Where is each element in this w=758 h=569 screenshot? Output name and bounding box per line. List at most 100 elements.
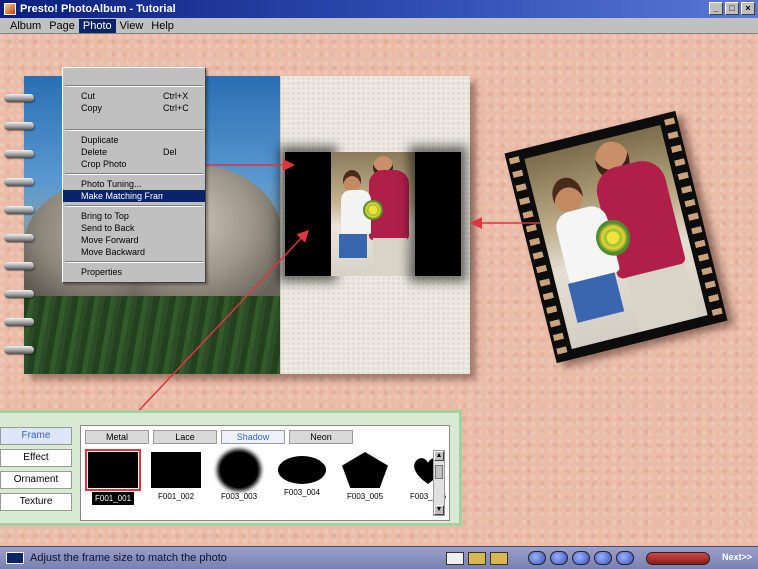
bouquet bbox=[363, 200, 383, 220]
scroll-thumb[interactable] bbox=[435, 465, 443, 479]
minimize-icon[interactable]: _ bbox=[709, 2, 723, 15]
menu-item-shortcut bbox=[163, 266, 203, 278]
album-binding-rings bbox=[4, 94, 34, 364]
menu-item-delete[interactable]: Delete Del bbox=[63, 146, 205, 158]
frame-name: F001_001 bbox=[91, 492, 135, 505]
tab-lace[interactable]: Lace bbox=[153, 430, 217, 444]
pentagon-frame-icon bbox=[342, 452, 388, 488]
first-page-icon[interactable] bbox=[528, 551, 546, 565]
frame-thumbnail[interactable]: F003_006 bbox=[400, 452, 456, 505]
forest bbox=[24, 296, 280, 374]
category-texture[interactable]: Texture bbox=[0, 493, 72, 511]
page-icon[interactable] bbox=[446, 552, 464, 565]
frame-gallery: Metal Lace Shadow Neon F001_001 F001_002… bbox=[80, 425, 450, 521]
person-pants bbox=[373, 238, 407, 276]
menu-item-shortcut bbox=[163, 234, 203, 246]
menu-item-shortcut bbox=[163, 134, 203, 146]
menu-item-shortcut bbox=[163, 190, 203, 202]
frames-panel: Frame Effect Ornament Texture Metal Lace… bbox=[0, 410, 462, 526]
gallery-scrollbar[interactable]: ▲ ▼ bbox=[433, 450, 445, 516]
frame-name: F003_003 bbox=[220, 492, 258, 501]
frame-thumbnail[interactable]: F003_005 bbox=[337, 452, 393, 505]
shadow-frame-right bbox=[415, 152, 461, 276]
prev-page-icon[interactable] bbox=[550, 551, 568, 565]
last-page-icon[interactable] bbox=[616, 551, 634, 565]
menu-item-properties[interactable]: Properties bbox=[63, 266, 205, 278]
menu-album[interactable]: Album bbox=[6, 19, 45, 33]
window-title: Presto! PhotoAlbum - Tutorial bbox=[20, 3, 176, 15]
title-bar: Presto! PhotoAlbum - Tutorial _ □ × bbox=[0, 0, 758, 18]
category-list: Frame Effect Ornament Texture bbox=[0, 427, 74, 515]
framed-photo[interactable] bbox=[285, 152, 461, 276]
album-icon[interactable] bbox=[490, 552, 508, 565]
category-frame[interactable]: Frame bbox=[0, 427, 72, 445]
ring-icon bbox=[4, 234, 34, 242]
menu-item-label: Move Forward bbox=[81, 235, 139, 245]
couple-photo[interactable] bbox=[331, 152, 415, 276]
ring-icon bbox=[4, 122, 34, 130]
brand-badge-icon bbox=[646, 552, 710, 565]
category-ornament[interactable]: Ornament bbox=[0, 471, 72, 489]
menu-photo[interactable]: Photo bbox=[78, 18, 116, 33]
tab-shadow[interactable]: Shadow bbox=[221, 430, 285, 444]
menu-help[interactable]: Help bbox=[147, 19, 178, 33]
person-jeans bbox=[339, 234, 367, 258]
menu-item-shortcut bbox=[163, 158, 203, 170]
next-button[interactable]: Next>> bbox=[722, 552, 752, 562]
frame-thumbnail[interactable]: F003_004 bbox=[274, 452, 330, 505]
menu-item-copy[interactable]: Copy Ctrl+C bbox=[63, 102, 205, 114]
ring-icon bbox=[4, 178, 34, 186]
menu-item-shortcut: Ctrl+X bbox=[163, 91, 189, 101]
close-icon[interactable]: × bbox=[741, 2, 755, 15]
menu-item-label: Properties bbox=[81, 267, 123, 277]
menu-page[interactable]: Page bbox=[45, 19, 79, 33]
oval-frame-icon bbox=[278, 456, 326, 484]
menu-item-shortcut bbox=[163, 178, 203, 190]
menu-item-crop-photo[interactable]: Crop Photo bbox=[63, 158, 205, 170]
frame-thumbnail[interactable]: F001_001 bbox=[85, 449, 141, 505]
menu-item-photo-tuning[interactable]: Photo Tuning... bbox=[63, 178, 205, 190]
menu-item-move-forward[interactable]: Move Forward bbox=[63, 234, 205, 246]
frame-name: F003_004 bbox=[283, 488, 321, 497]
menu-item-shortcut bbox=[163, 246, 203, 258]
menu-bar: Album Page Photo View Help bbox=[0, 18, 758, 34]
film-strip-photo[interactable] bbox=[504, 110, 728, 364]
menu-item-label: Photo Tuning... bbox=[81, 179, 142, 189]
window-controls: _ □ × bbox=[709, 2, 755, 15]
status-text: Adjust the frame size to match the photo bbox=[30, 552, 227, 564]
rectangle-frame-icon bbox=[151, 452, 201, 488]
tab-neon[interactable]: Neon bbox=[289, 430, 353, 444]
play-icon[interactable] bbox=[572, 551, 590, 565]
photo-menu-dropdown: Cut Ctrl+X Copy Ctrl+C Duplicate Delete Del… bbox=[62, 67, 206, 283]
status-tool-buttons bbox=[446, 552, 508, 565]
rectangle-frame-icon bbox=[85, 449, 141, 491]
scroll-down-icon[interactable]: ▼ bbox=[434, 505, 444, 515]
person-head bbox=[343, 170, 361, 192]
menu-item-label: Delete bbox=[81, 147, 108, 157]
menu-item-label: Copy bbox=[81, 103, 103, 113]
menu-item-label: Move Backward bbox=[81, 247, 146, 257]
tab-metal[interactable]: Metal bbox=[85, 430, 149, 444]
menu-item-label: Duplicate bbox=[81, 135, 119, 145]
menu-item-label: Bring to Top bbox=[81, 211, 129, 221]
menu-separator bbox=[65, 173, 203, 175]
next-page-icon[interactable] bbox=[594, 551, 612, 565]
menu-item-cut[interactable]: Cut Ctrl+X bbox=[63, 90, 205, 102]
frame-name: F001_002 bbox=[157, 492, 195, 501]
frame-thumbnail[interactable]: F003_003 bbox=[211, 452, 267, 505]
menu-item-disabled bbox=[63, 114, 205, 126]
menu-item-make-matching-frame[interactable]: Make Matching Frame bbox=[63, 190, 205, 202]
menu-item-move-backward[interactable]: Move Backward bbox=[63, 246, 205, 258]
ring-icon bbox=[4, 290, 34, 298]
folder-icon[interactable] bbox=[468, 552, 486, 565]
maximize-icon[interactable]: □ bbox=[725, 2, 739, 15]
menu-separator bbox=[65, 205, 203, 207]
menu-view[interactable]: View bbox=[116, 19, 148, 33]
frame-style-tabs: Metal Lace Shadow Neon bbox=[85, 430, 353, 444]
menu-item-send-to-back[interactable]: Send to Back bbox=[63, 222, 205, 234]
scroll-up-icon[interactable]: ▲ bbox=[434, 451, 444, 461]
menu-item-bring-to-top[interactable]: Bring to Top bbox=[63, 210, 205, 222]
frame-thumbnail[interactable]: F001_002 bbox=[148, 452, 204, 505]
menu-item-duplicate[interactable]: Duplicate bbox=[63, 134, 205, 146]
category-effect[interactable]: Effect bbox=[0, 449, 72, 467]
